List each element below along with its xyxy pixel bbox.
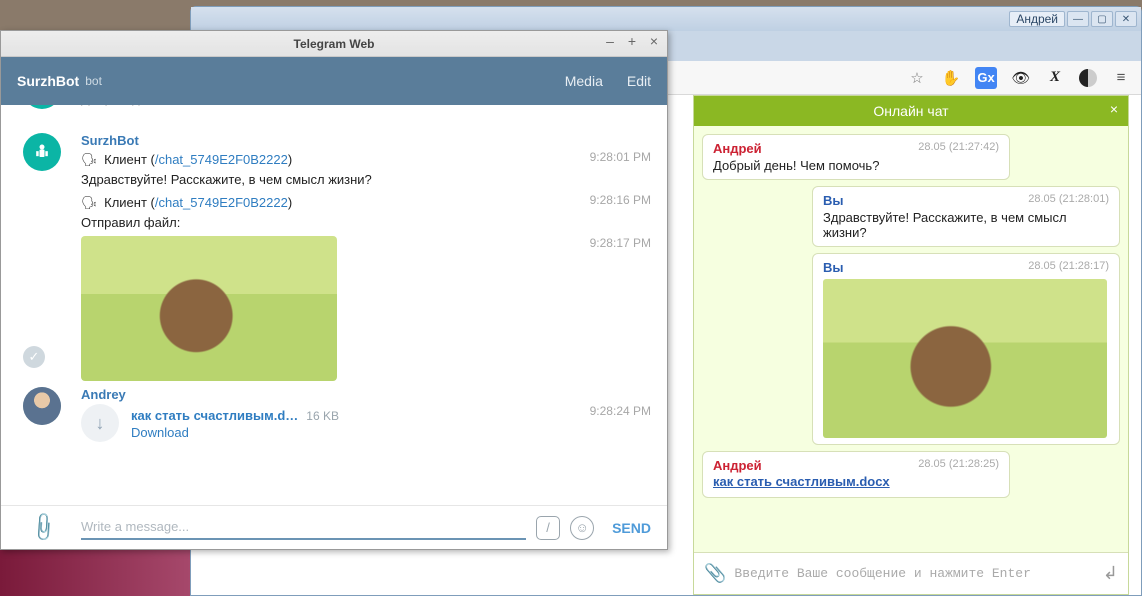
message-time: 9:28:01 PM (590, 150, 651, 164)
media-button[interactable]: Media (565, 73, 603, 89)
avatar[interactable] (23, 387, 61, 425)
minimize-button[interactable]: — (1067, 11, 1089, 27)
message-sender[interactable]: Andrey (81, 387, 651, 402)
file-size: 16 KB (306, 409, 339, 423)
telegram-title: Telegram Web (1, 37, 667, 51)
chat-message-image[interactable] (823, 279, 1107, 438)
eye-icon[interactable]: 👁 (1011, 68, 1031, 88)
message-group: SurzhBot9:28:01 PM🗣 Клиент (/chat_5749E2… (81, 133, 651, 381)
download-icon[interactable]: ↓ (81, 404, 119, 442)
chat-header[interactable]: Онлайн чат × (694, 96, 1128, 126)
chat-message: Андрей28.05 (21:28:25)как стать счастлив… (702, 451, 1010, 498)
selection-check-icon[interactable]: ✓ (23, 346, 45, 368)
desktop-wallpaper (0, 550, 190, 596)
chat-message-file-link[interactable]: как стать счастливым.docx (713, 474, 890, 489)
contrast-icon[interactable] (1079, 69, 1097, 87)
message-file[interactable]: ↓ как стать счастливым.d… 16 KB Download (81, 404, 651, 442)
telegram-chat-header[interactable]: SurzhBot bot Media Edit (1, 57, 667, 105)
tg-close-button[interactable]: × (647, 35, 661, 49)
emoji-icon[interactable]: ☺ (570, 516, 594, 540)
attach-icon[interactable]: 📎 (704, 563, 726, 584)
cut-previous-message: Добрый день! Чем помочь? (81, 109, 651, 127)
chat-message: Вы28.05 (21:28:17) (812, 253, 1120, 445)
chat-message-time: 28.05 (21:28:25) (918, 458, 999, 470)
message-line: Отправил файл: (81, 213, 651, 233)
chat-message-text: Добрый день! Чем помочь? (713, 158, 999, 173)
online-chat-widget: Онлайн чат × Андрей28.05 (21:27:42)Добры… (693, 95, 1129, 595)
chat-link[interactable]: /chat_5749E2F0B2222 (155, 152, 288, 167)
chat-input[interactable] (734, 566, 1094, 581)
maximize-button[interactable]: ▢ (1091, 11, 1113, 27)
tg-maximize-button[interactable]: + (625, 35, 639, 49)
message-row: 9:28:24 PM ↓ как стать счастливым.d… 16 KB D… (81, 404, 651, 442)
telegram-compose: 📎 / ☺ SEND (1, 505, 667, 549)
message-group: Andrey 9:28:24 PM ↓ как стать счастливым.d…… (81, 387, 651, 442)
message-photo[interactable] (81, 236, 337, 381)
browser-menu-icon[interactable]: ≡ (1111, 68, 1131, 88)
compose-attach-icon[interactable]: 📎 (26, 510, 61, 545)
tg-minimize-button[interactable]: – (603, 35, 617, 49)
cut-text: Добрый день! Чем помочь? (81, 105, 247, 106)
chat-message-text: Здравствуйте! Расскажите, в чем смысл жи… (823, 210, 1109, 240)
speaker-icon: 🗣 (81, 152, 98, 167)
message-sender[interactable]: SurzhBot (81, 133, 651, 148)
chat-message-time: 28.05 (21:27:42) (918, 141, 999, 153)
edit-button[interactable]: Edit (627, 73, 651, 89)
translate-icon[interactable]: Gx (975, 67, 997, 89)
message-row: 9:28:17 PM✓ (81, 236, 651, 381)
message-time: 9:28:16 PM (590, 193, 651, 207)
chat-body: Андрей28.05 (21:27:42)Добрый день! Чем п… (694, 126, 1128, 552)
chat-send-icon[interactable]: ↲ (1103, 563, 1118, 584)
telegram-window: Telegram Web – + × SurzhBot bot Media Ed… (0, 30, 668, 550)
chat-peer-name: SurzhBot (17, 73, 79, 89)
close-button[interactable]: ✕ (1115, 11, 1137, 27)
browser-user-badge[interactable]: Андрей (1009, 11, 1065, 27)
bookmark-star-icon[interactable]: ☆ (907, 68, 927, 88)
keyboard-icon[interactable]: / (536, 516, 560, 540)
chat-message-time: 28.05 (21:28:17) (1028, 260, 1109, 272)
message-line: Здравствуйте! Расскажите, в чем смысл жи… (81, 170, 651, 190)
chat-header-actions: Media Edit (565, 73, 651, 89)
chat-link[interactable]: /chat_5749E2F0B2222 (155, 195, 288, 210)
adblock-icon[interactable]: ✋ (941, 68, 961, 88)
chat-message: Вы28.05 (21:28:01)Здравствуйте! Расскажи… (812, 186, 1120, 247)
cut-avatar (23, 105, 61, 109)
bot-icon (32, 142, 52, 162)
speaker-icon: 🗣 (81, 195, 98, 210)
chat-message: Андрей28.05 (21:27:42)Добрый день! Чем п… (702, 134, 1010, 180)
chat-peer-sub: bot (85, 74, 102, 88)
chat-close-icon[interactable]: × (1110, 101, 1118, 117)
avatar[interactable] (23, 133, 61, 171)
extension-x-icon[interactable]: X (1045, 68, 1065, 88)
telegram-window-buttons: – + × (603, 35, 661, 49)
message-row: 9:28:01 PM🗣 Клиент (/chat_5749E2F0B2222)… (81, 150, 651, 189)
send-button[interactable]: SEND (612, 520, 651, 536)
file-name: как стать счастливым.d… (131, 408, 298, 423)
message-time: 9:28:24 PM (590, 404, 651, 418)
message-row: 9:28:16 PM🗣 Клиент (/chat_5749E2F0B2222)… (81, 193, 651, 232)
download-link[interactable]: Download (131, 425, 339, 440)
message-line: 🗣 Клиент (/chat_5749E2F0B2222) (81, 193, 651, 213)
browser-titlebar: Андрей — ▢ ✕ (191, 7, 1141, 31)
chat-input-row: 📎 ↲ (694, 552, 1128, 594)
telegram-titlebar[interactable]: Telegram Web – + × (1, 31, 667, 57)
message-line: 🗣 Клиент (/chat_5749E2F0B2222) (81, 150, 651, 170)
chat-title: Онлайн чат (873, 103, 948, 119)
message-time: 9:28:17 PM (590, 236, 651, 250)
chat-message-time: 28.05 (21:28:01) (1028, 193, 1109, 205)
compose-input[interactable] (81, 515, 526, 540)
telegram-messages[interactable]: Добрый день! Чем помочь? SurzhBot 9:28:01… (1, 105, 667, 505)
